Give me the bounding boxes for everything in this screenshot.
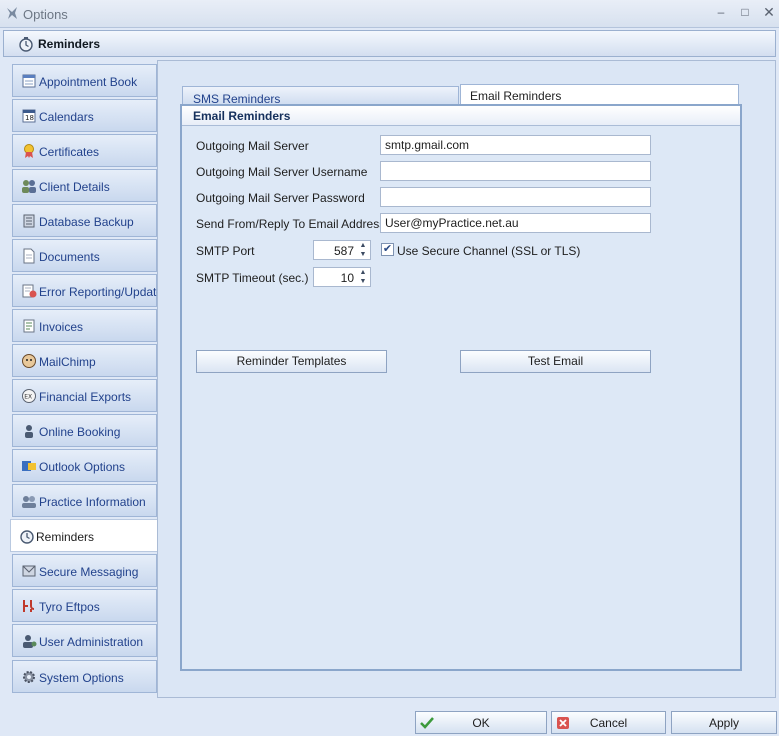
appointment-book-icon [22, 74, 36, 88]
send-from-input[interactable] [380, 213, 651, 233]
sidebar-item-online-booking[interactable]: Online Booking [12, 414, 157, 447]
tab-label: Email Reminders [470, 89, 562, 103]
outgoing-mail-server-input[interactable] [380, 135, 651, 155]
maximize-button[interactable]: □ [736, 4, 754, 20]
sidebar-item-calendars[interactable]: 18 Calendars [12, 99, 157, 132]
sidebar-item-label: Invoices [39, 320, 84, 334]
gear-icon [23, 671, 35, 683]
sidebar-item-label: Financial Exports [39, 390, 132, 404]
reminder-templates-button[interactable]: Reminder Templates [196, 350, 387, 373]
export-icon: EX [22, 389, 36, 403]
window-title-bar: Options – □ ✕ [0, 0, 779, 28]
page-title: Reminders [38, 37, 101, 51]
test-email-button[interactable]: Test Email [460, 350, 651, 373]
sidebar-item-label: Appointment Book [39, 75, 138, 89]
secure-messaging-icon [22, 565, 36, 577]
sidebar-item-label: User Administration [39, 635, 144, 649]
sidebar-item-client-details[interactable]: Client Details [12, 169, 157, 202]
cancel-button[interactable]: Cancel [551, 711, 666, 734]
sidebar-item-label: Database Backup [39, 215, 134, 229]
outlook-icon [22, 461, 36, 471]
certificate-icon [24, 144, 34, 158]
svg-text:EX: EX [24, 394, 32, 401]
sidebar-item-documents[interactable]: Documents [12, 239, 157, 272]
error-reporting-icon [22, 284, 37, 298]
cancel-label: Cancel [589, 716, 628, 730]
sidebar-item-label: MailChimp [39, 355, 96, 369]
spin-down-icon[interactable]: ▼ [358, 251, 368, 259]
sidebar-item-label: Outlook Options [39, 460, 126, 474]
svg-text:18: 18 [25, 114, 34, 122]
reminder-clock-icon [20, 530, 34, 544]
group-title: Email Reminders [193, 109, 291, 123]
invoice-icon [23, 319, 35, 333]
apply-label: Apply [708, 716, 740, 730]
secure-channel-label: Use Secure Channel (SSL or TLS) [397, 244, 581, 258]
sidebar-item-appointment-book[interactable]: Appointment Book [12, 64, 157, 97]
secure-channel-checkbox[interactable]: ✔ [381, 243, 394, 256]
sidebar-item-label: Secure Messaging [39, 565, 139, 579]
password-input[interactable] [380, 187, 651, 207]
mailchimp-icon [22, 354, 36, 368]
close-button[interactable]: ✕ [760, 4, 778, 20]
smtp-timeout-stepper[interactable]: 10 ▲ ▼ [313, 267, 371, 287]
sidebar-item-practice-information[interactable]: Practice Information [12, 484, 157, 517]
sidebar-item-label: Client Details [39, 180, 110, 194]
options-sidebar: Appointment Book 18 Calendars Certificat… [10, 64, 169, 698]
username-label: Outgoing Mail Server Username [196, 165, 368, 179]
ok-label: OK [472, 716, 490, 730]
user-admin-icon [23, 635, 37, 648]
username-input[interactable] [380, 161, 651, 181]
document-icon [23, 248, 35, 264]
spin-up-icon[interactable]: ▲ [358, 269, 368, 277]
send-from-label: Send From/Reply To Email Address [196, 217, 386, 231]
sidebar-item-label: Practice Information [39, 495, 146, 509]
sidebar-item-label: Online Booking [39, 425, 121, 439]
practice-info-icon [22, 496, 36, 508]
sidebar-item-outlook-options[interactable]: Outlook Options [12, 449, 157, 482]
sidebar-item-database-backup[interactable]: Database Backup [12, 204, 157, 237]
sidebar-item-secure-messaging[interactable]: Secure Messaging [12, 554, 157, 587]
database-backup-icon [23, 214, 35, 228]
sidebar-item-certificates[interactable]: Certificates [12, 134, 157, 167]
ok-button[interactable]: OK [415, 711, 547, 734]
spin-down-icon[interactable]: ▼ [358, 278, 368, 286]
section-header: Reminders [3, 30, 776, 57]
window-title: Options [23, 7, 68, 22]
sidebar-item-label: Documents [39, 250, 100, 264]
sidebar-item-label: System Options [39, 671, 124, 685]
sidebar-item-reminders[interactable]: Reminders [10, 519, 160, 552]
sidebar-item-financial-exports[interactable]: EX Financial Exports [12, 379, 157, 412]
smtp-port-value: 587 [333, 244, 354, 258]
outgoing-mail-server-label: Outgoing Mail Server [196, 139, 309, 153]
sidebar-item-invoices[interactable]: Invoices [12, 309, 157, 342]
password-label: Outgoing Mail Server Password [196, 191, 365, 205]
sidebar-item-label: Calendars [39, 110, 94, 124]
calendar-icon: 18 [22, 109, 36, 123]
sidebar-item-error-reporting[interactable]: Error Reporting/Updates [12, 274, 169, 307]
apply-button[interactable]: Apply [671, 711, 777, 734]
sidebar-item-label: Error Reporting/Updates [39, 285, 170, 299]
tyro-icon [23, 600, 35, 612]
smtp-timeout-label: SMTP Timeout (sec.) [196, 271, 309, 285]
sidebar-item-tyro-eftpos[interactable]: Tyro Eftpos [12, 589, 157, 622]
sidebar-item-system-options[interactable]: System Options [12, 660, 157, 693]
group-header: Email Reminders [182, 106, 740, 126]
app-logo-icon [7, 7, 17, 19]
smtp-port-stepper[interactable]: 587 ▲ ▼ [313, 240, 371, 260]
minimize-button[interactable]: – [712, 4, 730, 20]
sidebar-item-label: Reminders [36, 530, 95, 544]
sidebar-item-label: Tyro Eftpos [39, 600, 100, 614]
sidebar-item-mailchimp[interactable]: MailChimp [12, 344, 157, 377]
sidebar-item-user-administration[interactable]: User Administration [12, 624, 157, 657]
clients-icon [22, 180, 36, 193]
smtp-port-label: SMTP Port [196, 244, 255, 258]
reminder-clock-icon [19, 37, 33, 52]
spin-up-icon[interactable]: ▲ [358, 242, 368, 250]
sidebar-item-label: Certificates [39, 145, 100, 159]
smtp-timeout-value: 10 [340, 271, 354, 285]
online-booking-icon [25, 425, 33, 438]
